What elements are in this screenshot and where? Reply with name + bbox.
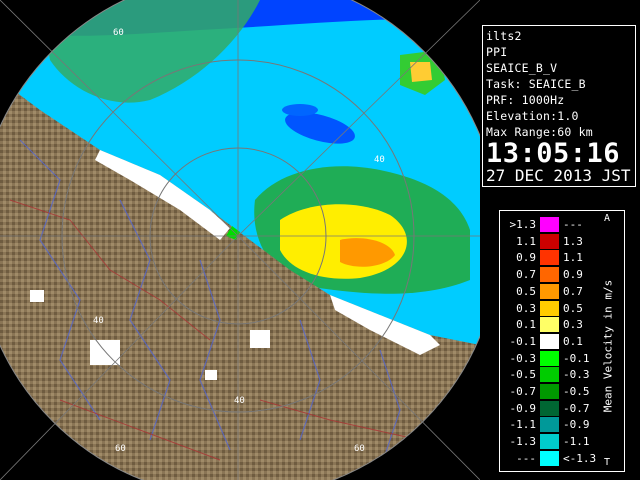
legend-row: 0.5 0.7 bbox=[506, 283, 602, 299]
max-range-value: Max Range:60 km bbox=[486, 125, 593, 139]
legend-row-lower: -0.9 bbox=[509, 401, 537, 415]
range-label-60-topleft: 60 bbox=[113, 28, 124, 38]
legend-row-upper: -0.3 bbox=[563, 368, 590, 382]
legend-row-lower: -0.1 bbox=[509, 334, 537, 348]
legend-swatch bbox=[540, 283, 559, 299]
legend-toward-marker: T bbox=[604, 457, 611, 468]
legend-row-upper: 1.3 bbox=[563, 234, 583, 248]
legend-swatch bbox=[540, 233, 559, 249]
legend-swatch bbox=[540, 333, 559, 349]
legend-swatch bbox=[540, 384, 559, 399]
range-label-40-top: 40 bbox=[374, 155, 385, 165]
legend-row: 0.1 0.3 bbox=[506, 317, 602, 333]
legend-row-upper: 0.1 bbox=[563, 334, 583, 348]
legend-row-lower: --- bbox=[516, 451, 536, 465]
legend-row: 0.7 0.9 bbox=[506, 267, 602, 283]
legend-row: >1.3 --- bbox=[506, 217, 602, 232]
legend-swatch bbox=[540, 417, 559, 433]
radar-image: 40 40 40 60 60 60 bbox=[0, 0, 480, 480]
legend-row: -0.9 -0.7 bbox=[506, 400, 602, 416]
legend-row-upper: 1.1 bbox=[563, 251, 583, 265]
product-name: SEAICE_B_V bbox=[486, 61, 558, 75]
legend-row-upper: 0.5 bbox=[563, 301, 583, 315]
legend-row-lower: -1.3 bbox=[509, 435, 537, 449]
legend-row-upper: -0.5 bbox=[563, 385, 590, 398]
legend-swatch bbox=[540, 434, 559, 450]
legend-away-marker: A bbox=[604, 213, 611, 224]
legend-swatch bbox=[540, 250, 559, 266]
ice-patch-2 bbox=[282, 104, 318, 116]
legend-row: 0.3 0.5 bbox=[506, 300, 602, 316]
legend-row-lower: 0.5 bbox=[516, 284, 536, 298]
radar-ppi-display: 40 40 40 60 60 60 bbox=[0, 0, 480, 480]
legend-row-upper: 0.3 bbox=[563, 318, 583, 332]
legend-row-upper: <-1.3 bbox=[563, 451, 597, 465]
legend-row-upper: --- bbox=[563, 218, 583, 231]
legend-row-lower: -0.5 bbox=[509, 368, 537, 382]
legend-row-upper: -1.1 bbox=[563, 435, 590, 449]
legend-swatch bbox=[540, 350, 559, 366]
legend-row: -1.3 -1.1 bbox=[506, 434, 602, 450]
legend-row: --- <-1.3 bbox=[506, 450, 602, 466]
legend-row: 0.9 1.1 bbox=[506, 250, 602, 266]
legend-row-lower: -0.3 bbox=[509, 351, 537, 365]
range-label-60-bottomright: 60 bbox=[354, 444, 365, 454]
info-side-panel: ilts2 PPI SEAICE_B_V Task: SEAICE_B PRF:… bbox=[480, 0, 640, 480]
legend-row: -0.7 -0.5 bbox=[506, 384, 602, 399]
legend-row-lower: 1.1 bbox=[516, 234, 536, 248]
legend-row-lower: 0.9 bbox=[516, 251, 536, 265]
range-label-40-left: 40 bbox=[93, 316, 104, 326]
land-echo-2 bbox=[250, 330, 270, 348]
legend-row-lower: 0.3 bbox=[516, 301, 536, 315]
legend-swatch bbox=[540, 317, 559, 333]
land-echo-4 bbox=[205, 370, 217, 380]
legend-title-text: Mean Velocity in m/s bbox=[601, 279, 615, 413]
range-label-60-bottomleft: 60 bbox=[115, 444, 126, 454]
scan-mode: PPI bbox=[486, 45, 508, 59]
legend-row-upper: -0.9 bbox=[563, 418, 590, 432]
legend-row-upper: 0.7 bbox=[563, 284, 583, 298]
legend-row-lower: >1.3 bbox=[509, 218, 537, 231]
legend-row: -0.1 0.1 bbox=[506, 333, 602, 349]
legend-swatch bbox=[540, 300, 559, 316]
legend-row: -0.3 -0.1 bbox=[506, 350, 602, 366]
task-name: Task: SEAICE_B bbox=[486, 77, 586, 91]
legend-swatch bbox=[540, 367, 559, 383]
legend-swatch bbox=[540, 267, 559, 283]
legend-row: -1.1 -0.9 bbox=[506, 417, 602, 433]
legend-row-upper: -0.1 bbox=[563, 351, 590, 365]
legend-row-lower: 0.1 bbox=[516, 318, 536, 332]
legend-row: 1.1 1.3 bbox=[506, 233, 602, 249]
legend-title: Mean Velocity in m/s bbox=[598, 251, 618, 441]
range-label-40-bottom: 40 bbox=[234, 396, 245, 406]
legend-swatch bbox=[540, 400, 559, 416]
prf-value: PRF: 1000Hz bbox=[486, 93, 565, 107]
scan-info-box: ilts2 PPI SEAICE_B_V Task: SEAICE_B PRF:… bbox=[482, 25, 636, 187]
legend-row-upper: -0.7 bbox=[563, 401, 590, 415]
scan-time: 13:05:16 bbox=[486, 138, 621, 169]
land-echo-3 bbox=[30, 290, 44, 302]
scan-date: 27 DEC 2013 JST bbox=[486, 166, 631, 185]
legend-swatch bbox=[540, 217, 559, 232]
legend-row-lower: 0.7 bbox=[516, 268, 536, 282]
elevation-value: Elevation:1.0 bbox=[486, 109, 579, 123]
legend-row-lower: -0.7 bbox=[509, 385, 537, 398]
legend-row-upper: 0.9 bbox=[563, 268, 583, 282]
legend-swatch bbox=[540, 450, 559, 466]
legend-row: -0.5 -0.3 bbox=[506, 367, 602, 383]
velocity-legend: A >1.3 --- 1.1 1.3 0.9 1.1 0.7 0.9 0.5 0.7 0.3 0.5 0… bbox=[499, 210, 625, 472]
legend-row-lower: -1.1 bbox=[509, 418, 537, 432]
station-name: ilts2 bbox=[486, 29, 522, 43]
